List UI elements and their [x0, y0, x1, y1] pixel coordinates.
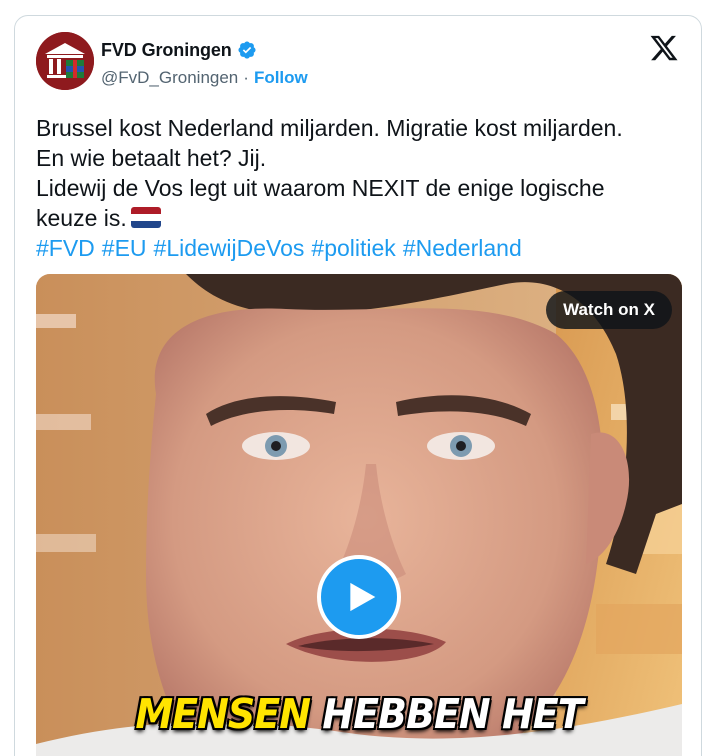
post-text-line-with-flag: keuze is. [36, 203, 686, 233]
netherlands-flag-icon [130, 207, 161, 228]
video-frame-image [36, 274, 682, 756]
post-text-line: keuze is. [36, 205, 127, 231]
embedded-post-card[interactable]: FVD Groningen @FvD_Groningen · Follow Br… [14, 15, 702, 756]
post-text-line: En wie betaalt het? Jij. [36, 145, 267, 171]
author-avatar[interactable] [36, 32, 94, 90]
caption-text: HEBBEN HET [322, 690, 583, 738]
follow-button[interactable]: Follow [254, 68, 308, 88]
hashtag-link[interactable]: #politiek [311, 235, 395, 261]
post-text-line: Brussel kost Nederland miljarden. Migrat… [36, 115, 623, 141]
x-logo-icon[interactable] [649, 33, 679, 63]
video-thumbnail[interactable]: Watch on X MENSEN HEBBEN HET [36, 274, 682, 756]
hashtag-list: #FVD #EU #LidewijDeVos #politiek #Nederland [36, 233, 686, 263]
video-caption: MENSEN HEBBEN HET [36, 690, 682, 738]
hashtag-link[interactable]: #FVD [36, 235, 95, 261]
play-button[interactable] [317, 555, 401, 639]
author-display-name[interactable]: FVD Groningen [101, 40, 232, 61]
watch-on-x-button[interactable]: Watch on X [546, 291, 672, 329]
caption-highlight-word: MENSEN [135, 690, 311, 738]
post-text-line: Lidewij de Vos legt uit waarom NEXIT de … [36, 175, 605, 201]
separator-dot: · [243, 68, 249, 87]
fvd-groningen-logo-icon [36, 32, 94, 90]
hashtag-link[interactable]: #LidewijDeVos [154, 235, 305, 261]
play-icon [350, 582, 376, 612]
author-name-row: FVD Groningen [101, 38, 257, 62]
hashtag-link[interactable]: #Nederland [403, 235, 522, 261]
verified-badge-icon [237, 40, 257, 60]
hashtag-link[interactable]: #EU [102, 235, 147, 261]
post-text: Brussel kost Nederland miljarden. Migrat… [36, 113, 686, 263]
author-handle-row: @FvD_Groningen · Follow [101, 66, 308, 90]
author-handle[interactable]: @FvD_Groningen [101, 68, 238, 88]
